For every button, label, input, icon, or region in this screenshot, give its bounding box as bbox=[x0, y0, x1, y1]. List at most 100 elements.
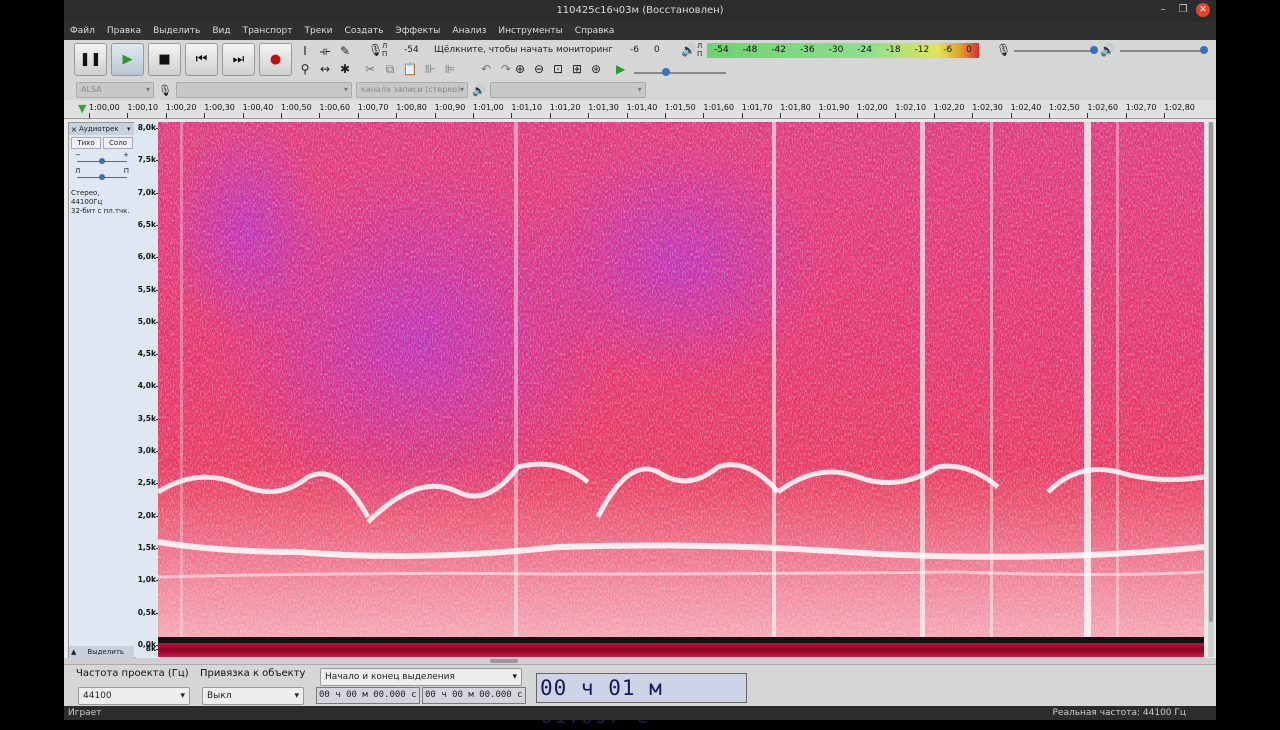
skip-end-button[interactable]: ⏭ bbox=[222, 43, 255, 76]
frequency-tick-label: 4,5k bbox=[137, 349, 160, 359]
title-bar: 110425c16ч03м (Восстановлен) – ❐ ✕ bbox=[64, 0, 1216, 22]
ruler-tick-label: 1:02,80 bbox=[1164, 103, 1195, 118]
speaker-icon: 🔊 bbox=[1100, 43, 1115, 57]
envelope-tool-icon[interactable]: ⟛ bbox=[316, 43, 334, 59]
copy-icon[interactable]: ⧉ bbox=[382, 62, 398, 77]
vertical-scrollbar[interactable] bbox=[1208, 122, 1214, 657]
stop-button[interactable]: ■ bbox=[148, 43, 181, 76]
frequency-tick-label: 7,5k bbox=[137, 155, 160, 165]
record-button[interactable]: ● bbox=[259, 43, 292, 76]
cut-icon[interactable]: ✂ bbox=[362, 62, 378, 77]
ruler-tick-label: 1:00,10 bbox=[127, 103, 159, 118]
zoom-toggle-icon[interactable]: ⊛ bbox=[588, 62, 604, 76]
recording-channels-select[interactable]: канала записи (стерео) bbox=[355, 82, 468, 98]
select-track-button[interactable]: ▲ Выделить bbox=[69, 646, 135, 658]
play-speed-slider[interactable] bbox=[634, 66, 726, 78]
tools-toolbar: I ⟛ ✎ ⚲ ↔ ✱ bbox=[296, 43, 354, 77]
menu-file[interactable]: Файл bbox=[64, 22, 101, 40]
recording-meter[interactable]: 🎙 Л П -54 Щёлкните, чтобы начать монитор… bbox=[364, 42, 674, 59]
selection-mode-select[interactable]: Начало и конец выделения bbox=[320, 668, 522, 686]
pan-slider[interactable]: Л П bbox=[75, 167, 129, 183]
meter-right-label: П bbox=[382, 50, 388, 58]
fit-project-icon[interactable]: ⊞ bbox=[569, 62, 585, 76]
project-rate-label: Частота проекта (Гц) bbox=[76, 668, 189, 679]
actual-rate-text: Реальная частота: 44100 Гц bbox=[1052, 708, 1187, 718]
collapse-icon[interactable]: ▲ bbox=[71, 646, 76, 658]
menu-tools[interactable]: Инструменты bbox=[492, 22, 568, 40]
audio-position-display[interactable]: 00 ч 01 м 01.097 с bbox=[536, 673, 747, 728]
track-bit-depth: 32-бит с пл.тчк. bbox=[71, 207, 130, 215]
track-format: Стерео, 44100Гц bbox=[71, 189, 103, 206]
menu-view[interactable]: Вид bbox=[206, 22, 236, 40]
multi-tool-icon[interactable]: ✱ bbox=[336, 61, 354, 77]
zoom-out-icon[interactable]: ⊖ bbox=[531, 62, 547, 76]
meter-left-label: Л bbox=[697, 42, 703, 50]
menu-effects[interactable]: Эффекты bbox=[389, 22, 446, 40]
monitoring-hint[interactable]: Щёлкните, чтобы начать мониторинг bbox=[434, 45, 613, 55]
solo-button[interactable]: Соло bbox=[103, 137, 133, 149]
fit-selection-icon[interactable]: ⊡ bbox=[550, 62, 566, 76]
playback-device-select[interactable] bbox=[489, 82, 646, 98]
audio-host-select[interactable]: ALSA bbox=[76, 82, 154, 98]
selection-start-time[interactable]: 00 ч 00 м 00.000 с bbox=[316, 687, 420, 704]
menu-select[interactable]: Выделить bbox=[147, 22, 206, 40]
close-icon[interactable]: ✕ bbox=[1196, 3, 1210, 17]
frequency-tick-label: 8k bbox=[145, 644, 160, 653]
menu-help[interactable]: Справка bbox=[569, 22, 621, 40]
playback-volume-slider[interactable] bbox=[1120, 44, 1208, 56]
selection-end-time[interactable]: 00 ч 00 м 00.000 с bbox=[422, 687, 526, 704]
zoom-tool-icon[interactable]: ⚲ bbox=[296, 61, 314, 77]
undo-icon[interactable]: ↶ bbox=[478, 62, 494, 77]
play-button[interactable]: ▶ bbox=[111, 43, 144, 76]
ruler-tick-label: 1:01,60 bbox=[703, 103, 735, 118]
menu-generate[interactable]: Создать bbox=[339, 22, 390, 40]
speaker-icon[interactable]: 🔊 bbox=[681, 43, 696, 57]
ruler-tick-label: 1:02,00 bbox=[857, 103, 888, 118]
gain-slider[interactable]: − + bbox=[75, 151, 129, 167]
paste-icon[interactable]: 📋 bbox=[402, 62, 418, 77]
ruler-tick-label: 1:01,40 bbox=[626, 103, 658, 118]
trim-icon[interactable]: ⊪ bbox=[422, 62, 438, 77]
close-track-icon[interactable]: × bbox=[69, 125, 79, 134]
stop-icon: ■ bbox=[158, 52, 171, 67]
snap-select[interactable]: Выкл bbox=[202, 687, 304, 705]
maximize-icon[interactable]: ❐ bbox=[1176, 3, 1190, 17]
menu-tracks[interactable]: Треки bbox=[299, 22, 339, 40]
transport-toolbar: ❚❚ ▶ ■ ⏮ ⏭ ● bbox=[74, 43, 292, 76]
ruler-tick-label: 1:01,50 bbox=[665, 103, 696, 118]
skip-start-icon: ⏮ bbox=[195, 52, 208, 67]
project-rate-select[interactable]: 44100 bbox=[78, 687, 190, 705]
skip-start-button[interactable]: ⏮ bbox=[185, 43, 218, 76]
zoom-in-icon[interactable]: ⊕ bbox=[512, 62, 528, 76]
ruler-tick-label: 1:01,30 bbox=[588, 103, 619, 118]
timeshift-tool-icon[interactable]: ↔ bbox=[316, 61, 334, 77]
ruler-tick-label: 1:01,00 bbox=[473, 103, 504, 118]
status-text: Играет bbox=[68, 708, 102, 718]
playback-meter[interactable]: 🔊 Л П -54 -48 -42 -36 -30 -24 -18 -12 -6… bbox=[679, 42, 979, 59]
track-control-panel: × Аудиотрек ▾ Тихо Соло − + Л П Стерео, … bbox=[68, 122, 136, 659]
pause-icon: ❚❚ bbox=[79, 52, 102, 67]
draw-tool-icon[interactable]: ✎ bbox=[336, 43, 354, 59]
pan-right-label: П bbox=[123, 167, 129, 175]
menu-transport[interactable]: Транспорт bbox=[237, 22, 299, 40]
menu-analyze[interactable]: Анализ bbox=[446, 22, 492, 40]
pause-button[interactable]: ❚❚ bbox=[74, 43, 107, 76]
device-toolbar: ALSA 🎙 канала записи (стерео) 🔊 bbox=[76, 82, 646, 98]
recording-device-select[interactable] bbox=[175, 82, 352, 98]
spectrogram[interactable] bbox=[158, 122, 1204, 643]
track-name-menu[interactable]: Аудиотрек bbox=[79, 125, 127, 133]
second-channel-strip[interactable] bbox=[158, 643, 1204, 657]
play-at-speed-icon[interactable]: ▶ bbox=[616, 62, 625, 76]
menu-edit[interactable]: Правка bbox=[101, 22, 147, 40]
mute-button[interactable]: Тихо bbox=[71, 137, 101, 149]
frequency-tick-label: 6,0k bbox=[137, 252, 160, 262]
minimize-icon[interactable]: – bbox=[1156, 3, 1170, 17]
microphone-icon[interactable]: 🎙 bbox=[368, 43, 383, 57]
recording-volume-slider[interactable] bbox=[1014, 44, 1098, 56]
selection-tool-icon[interactable]: I bbox=[296, 43, 314, 59]
ruler-tick-label: 1:00,70 bbox=[357, 103, 389, 118]
timeline-ruler[interactable]: ▼ 1:00,00 1:00,10 1:00,20 1:00,30 1:00,40 1:0… bbox=[64, 100, 1216, 119]
microphone-icon: 🎙 bbox=[158, 83, 172, 97]
silence-icon[interactable]: ⊫ bbox=[442, 62, 458, 77]
frequency-tick-label: 5,0k bbox=[137, 316, 160, 326]
